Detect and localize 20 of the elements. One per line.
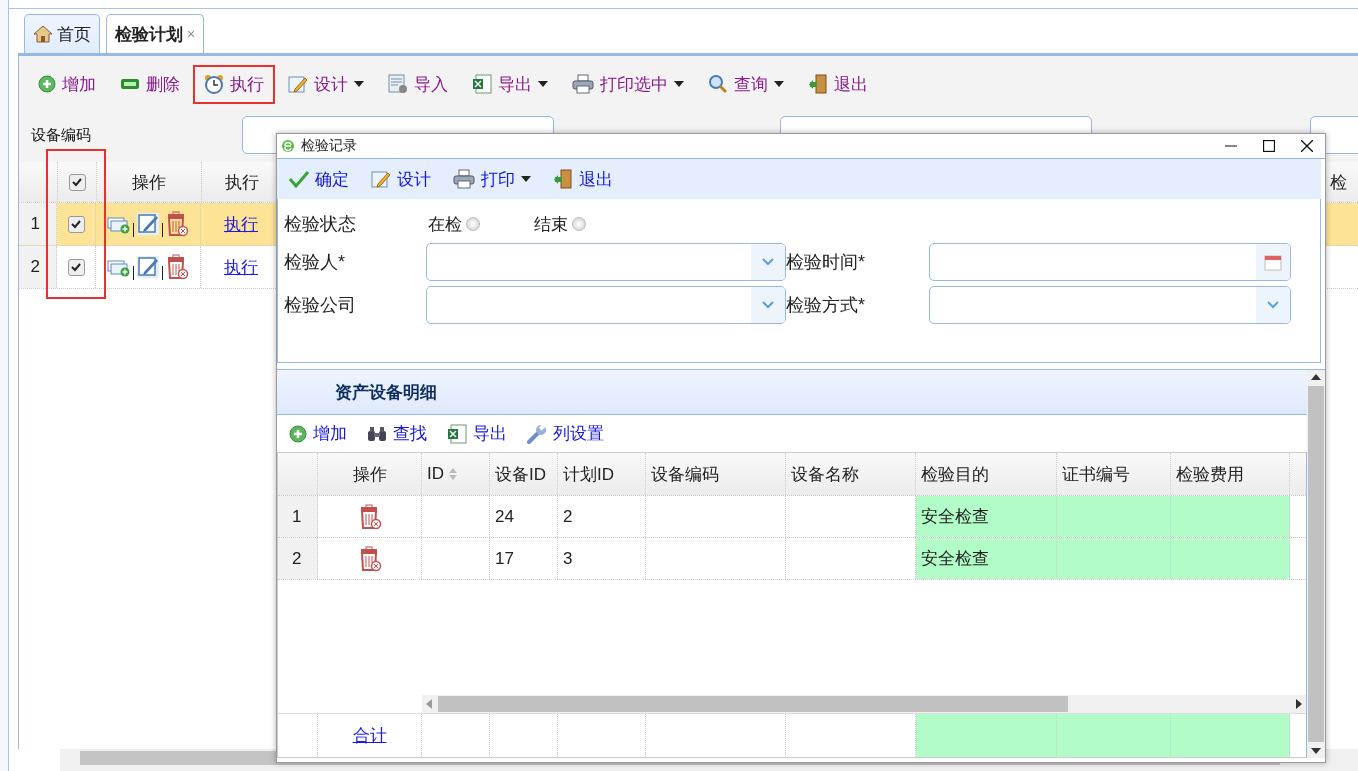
field-label: 检验公司	[284, 294, 357, 317]
row-number: 1	[278, 496, 318, 537]
row-number: 2	[19, 246, 57, 288]
field-label: 检验人*	[284, 251, 346, 274]
column-header: 检	[1328, 171, 1348, 194]
table-cell: 安全检查	[916, 538, 1057, 579]
table-cell: 3	[558, 538, 646, 579]
table-cell: 17	[490, 538, 558, 579]
table-cell: 安全检查	[916, 496, 1057, 537]
field-label: 检验状态	[284, 213, 357, 236]
row-number: 1	[19, 203, 57, 245]
row-number: 2	[278, 538, 318, 579]
filter-label: 设备编码	[31, 125, 92, 145]
section-title: 资产设备明细	[335, 381, 437, 404]
table-cell: 2	[558, 496, 646, 537]
field-label: 检验时间*	[786, 251, 866, 274]
field-label: 检验方式*	[786, 294, 866, 317]
table-cell: 24	[490, 496, 558, 537]
column-header: 操作	[97, 162, 202, 202]
window-title: 检验记录	[301, 137, 357, 155]
